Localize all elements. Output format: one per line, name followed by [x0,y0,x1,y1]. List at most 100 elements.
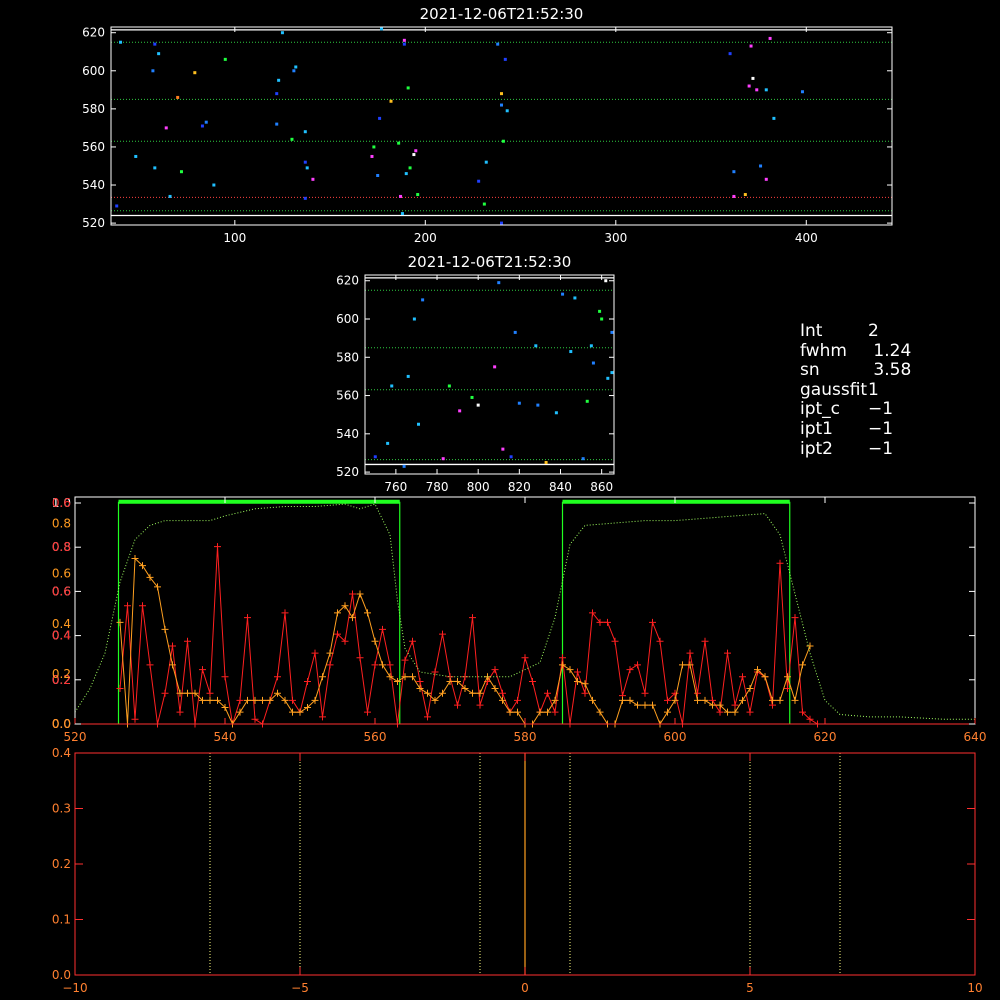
x-tick-label: 520 [64,730,87,744]
series-marker [694,696,701,704]
series-marker [574,668,581,676]
data-point [153,166,157,170]
series-marker [371,661,379,669]
series-marker [379,661,386,669]
series-marker [139,602,146,610]
series-marker [514,696,521,704]
plot-frame [364,274,615,475]
data-point [497,281,501,285]
series-marker [701,696,709,704]
series-marker [371,637,379,645]
series-marker [544,689,551,697]
series-marker [634,661,641,669]
data-point [534,344,538,348]
series-marker [439,630,446,638]
y-tick-label-orange: 0.6 [52,567,71,581]
series-marker [499,696,506,704]
series-marker [206,696,214,704]
y-tick-label: 580 [336,350,359,364]
x-tick-label: 860 [590,480,613,494]
info-row-ipt1: ipt1 −1 [800,419,911,440]
info-value: −1 [868,399,894,420]
series-marker [409,637,416,645]
data-point [212,183,216,187]
data-point [573,296,577,300]
data-point [513,330,517,334]
series-marker [244,696,251,704]
series-marker [776,696,784,704]
data-point [421,298,425,302]
series-marker [206,689,214,697]
series-marker [146,661,154,669]
data-point [554,411,558,415]
series-marker [386,661,394,669]
data-point [476,403,480,407]
data-point [402,42,406,46]
series-marker [296,708,304,716]
series-marker [521,654,529,662]
data-point [406,86,410,90]
data-point [204,120,208,124]
plot-title: 2021-12-06T21:52:30 [420,5,584,23]
data-point [477,179,481,183]
series-marker [551,708,559,716]
data-point [412,317,416,321]
data-point [157,52,161,56]
data-point [764,177,768,181]
data-point [372,145,376,149]
x-tick-label: 10 [967,981,982,995]
x-tick-label: 840 [549,480,572,494]
x-tick-label: 600 [664,730,687,744]
info-key: ipt_c [800,399,841,420]
series-marker [581,689,589,697]
series-marker [664,708,671,716]
series-marker [364,609,371,617]
data-point [376,174,380,177]
y-tick-label: 0.1 [52,913,71,927]
series-marker [656,637,664,645]
x-tick-label: 820 [508,480,531,494]
data-point [747,84,751,88]
data-point [277,78,281,82]
series-marker [791,614,799,622]
data-point [153,42,157,46]
x-tick-label: −5 [291,981,309,995]
series-marker [544,708,551,716]
x-tick-label: 540 [214,730,237,744]
info-value: 2 [868,321,879,341]
data-point [581,457,585,461]
x-tick-label: 300 [604,231,627,245]
data-point [800,90,804,94]
series-marker [379,625,386,633]
series-marker [461,673,469,681]
data-point [728,52,732,56]
series-marker [799,661,806,669]
series-marker [356,654,364,662]
x-tick-label: 400 [795,231,818,245]
series-marker [491,666,499,674]
data-point [164,126,168,130]
data-point [379,27,383,31]
data-point [292,69,296,73]
data-point [311,177,315,181]
data-point [501,139,505,143]
data-point [402,38,406,42]
data-point [500,103,503,107]
series-marker [401,656,409,664]
data-point [441,457,445,461]
y-tick-label-orange: 0.0 [52,717,71,731]
series-marker [289,696,296,704]
data-point [408,166,412,170]
data-point [404,172,408,176]
data-point [412,153,416,157]
series-marker [454,701,461,709]
data-point [303,196,307,200]
plot-title: 2021-12-06T21:52:30 [408,253,572,271]
data-point [585,399,589,403]
series-marker [746,685,754,693]
data-point [743,193,747,197]
data-point [610,371,614,375]
data-point [406,374,410,378]
series-marker [409,673,416,681]
fit-parameters-panel: Int 2 fwhm 1.24 sn 3.58 gaussfit1 ipt_c −1… [800,321,911,459]
